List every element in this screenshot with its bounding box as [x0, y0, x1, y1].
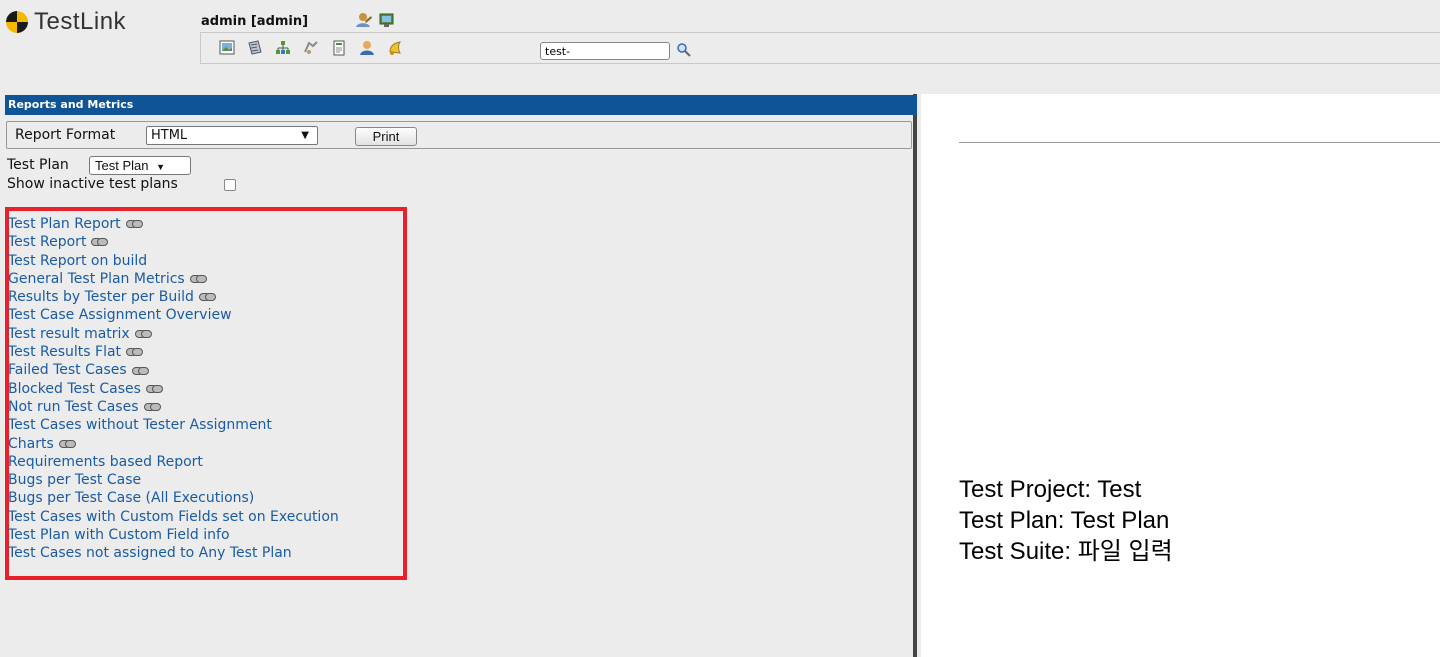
- events-icon[interactable]: [386, 40, 404, 56]
- link-icon[interactable]: [143, 403, 161, 412]
- report-link-label: Test Cases without Tester Assignment: [8, 417, 272, 434]
- chevron-down-icon: ▼: [301, 130, 309, 141]
- link-icon[interactable]: [91, 238, 109, 247]
- report-link-label: Results by Tester per Build: [8, 289, 194, 306]
- link-icon[interactable]: [125, 220, 143, 229]
- report-link[interactable]: Failed Test Cases: [8, 361, 339, 379]
- users-icon[interactable]: [358, 40, 376, 56]
- report-link-label: Test Plan Report: [8, 216, 121, 232]
- report-link-label: Test Report: [8, 234, 87, 251]
- search-input[interactable]: test-: [540, 42, 670, 60]
- report-link-label: Blocked Test Cases: [8, 380, 141, 397]
- user-settings-icon[interactable]: [355, 12, 373, 28]
- report-format-value: HTML: [151, 128, 188, 143]
- divider: [959, 142, 1440, 143]
- report-link[interactable]: Bugs per Test Case (All Executions): [8, 489, 339, 507]
- link-icon[interactable]: [145, 384, 163, 393]
- show-inactive-label: Show inactive test plans: [7, 176, 178, 192]
- reports-list: Test Plan Report Test Report Test Report o…: [8, 215, 339, 563]
- context-info: Test Project: Test Test Plan: Test Plan …: [959, 474, 1173, 567]
- report-link[interactable]: Not run Test Cases: [8, 398, 339, 416]
- reports-panel: Reports and Metrics Report Format HTML ▼…: [0, 94, 917, 657]
- link-icon[interactable]: [198, 293, 216, 302]
- report-link[interactable]: Test Case Assignment Overview: [8, 306, 339, 324]
- test-plan-info: Test Plan: Test Plan: [959, 507, 1170, 534]
- report-format-select[interactable]: HTML ▼: [146, 126, 318, 145]
- report-link[interactable]: Results by Tester per Build: [8, 288, 339, 306]
- test-plan-label: Test Plan: [7, 157, 69, 173]
- report-link[interactable]: Test Cases with Custom Fields set on Exe…: [8, 508, 339, 526]
- link-icon[interactable]: [58, 439, 76, 448]
- report-link[interactable]: General Test Plan Metrics: [8, 270, 339, 288]
- report-link[interactable]: Test Report: [8, 233, 339, 251]
- chevron-down-icon: ▼: [156, 162, 166, 172]
- logo-icon: [6, 11, 28, 33]
- link-icon[interactable]: [134, 329, 152, 338]
- report-link-label: General Test Plan Metrics: [8, 270, 185, 287]
- report-link-label: Test Results Flat: [8, 344, 122, 361]
- report-link-label: Requirements based Report: [8, 453, 203, 470]
- link-icon[interactable]: [189, 275, 207, 284]
- report-link[interactable]: Charts: [8, 435, 339, 453]
- reports-icon[interactable]: [330, 40, 348, 56]
- top-header: TestLink admin [admin] test-: [0, 0, 1440, 94]
- report-link[interactable]: Test Report on build: [8, 252, 339, 270]
- report-format-label: Report Format: [15, 127, 116, 143]
- report-link[interactable]: Requirements based Report: [8, 453, 339, 471]
- report-link-label: Bugs per Test Case (All Executions): [8, 490, 255, 507]
- report-link[interactable]: Test Cases without Tester Assignment: [8, 416, 339, 434]
- report-link[interactable]: Test result matrix: [8, 325, 339, 343]
- print-button[interactable]: Print: [355, 127, 417, 146]
- report-link-label: Test Report on build: [8, 252, 148, 269]
- test-plan-value: Test Plan: [95, 158, 149, 173]
- report-link[interactable]: Bugs per Test Case: [8, 471, 339, 489]
- report-format-bar: Report Format HTML ▼ Print: [6, 121, 912, 149]
- report-link-label: Test result matrix: [8, 325, 130, 342]
- report-link[interactable]: Blocked Test Cases: [8, 380, 339, 398]
- report-link-label: Test Plan with Custom Field info: [8, 527, 230, 544]
- report-link-label: Not run Test Cases: [8, 398, 139, 415]
- report-link-label: Test Cases with Custom Fields set on Exe…: [8, 508, 339, 525]
- testlink-logo[interactable]: TestLink: [6, 8, 126, 36]
- report-link[interactable]: Test Results Flat: [8, 343, 339, 361]
- app-name: TestLink: [34, 8, 127, 35]
- current-user: admin [admin]: [201, 14, 309, 29]
- report-link-label: Charts: [8, 435, 54, 452]
- report-link-label: Test Cases not assigned to Any Test Plan: [8, 545, 292, 562]
- desktop-icon[interactable]: [218, 40, 236, 56]
- show-inactive-checkbox[interactable]: [224, 179, 236, 191]
- link-icon[interactable]: [131, 366, 149, 375]
- report-link-label: Test Case Assignment Overview: [8, 307, 232, 324]
- requirements-icon[interactable]: [274, 40, 292, 56]
- test-plan-select[interactable]: Test Plan ▼: [89, 156, 191, 175]
- execution-icon[interactable]: [302, 40, 320, 56]
- test-spec-icon[interactable]: [246, 40, 264, 56]
- test-suite-info: Test Suite: 파일 입력: [959, 538, 1173, 565]
- test-project-info: Test Project: Test: [959, 476, 1142, 503]
- report-content-panel: Test Project: Test Test Plan: Test Plan …: [921, 94, 1440, 657]
- logout-icon[interactable]: [378, 12, 396, 28]
- report-link-label: Bugs per Test Case: [8, 472, 142, 489]
- panel-title: Reports and Metrics: [5, 95, 917, 115]
- link-icon[interactable]: [126, 348, 144, 357]
- report-link[interactable]: Test Cases not assigned to Any Test Plan: [8, 544, 339, 562]
- search-icon[interactable]: [675, 41, 693, 59]
- report-link[interactable]: Test Plan Report: [8, 215, 339, 233]
- report-link-label: Failed Test Cases: [8, 362, 127, 379]
- report-link[interactable]: Test Plan with Custom Field info: [8, 526, 339, 544]
